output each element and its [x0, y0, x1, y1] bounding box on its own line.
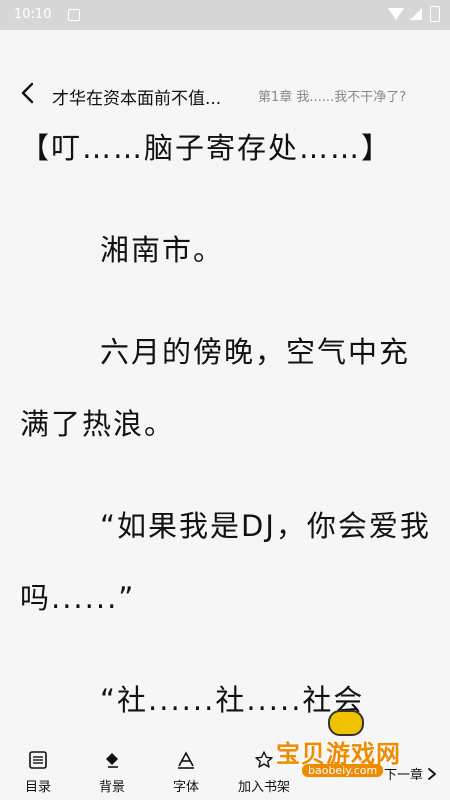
chevron-left-icon — [21, 82, 34, 104]
wifi-icon — [388, 8, 404, 20]
battery-icon — [430, 6, 440, 22]
notification-icon — [68, 9, 80, 21]
toc-button[interactable]: 目录 — [20, 750, 56, 795]
add-shelf-label: 加入书架 — [237, 780, 290, 795]
font-button[interactable]: 字体 — [168, 750, 204, 795]
paragraph: 湘南市。 — [100, 233, 225, 267]
signal-icon — [410, 8, 422, 20]
watermark-url: baobeiy.com — [302, 764, 384, 777]
font-label: 字体 — [172, 780, 199, 795]
book-title: 才华在资本面前不值... — [52, 89, 222, 109]
chapter-title: 第1章 我......我不干净了? — [258, 90, 407, 105]
reader-header: 才华在资本面前不值... 第1章 我......我不干净了? — [0, 76, 450, 112]
background-label: 背景 — [98, 780, 125, 795]
paint-bucket-icon — [106, 753, 118, 768]
paragraph: 【叮……脑子寄存处……】 — [20, 131, 393, 165]
star-icon — [255, 751, 273, 768]
font-icon — [178, 751, 194, 769]
chevron-right-icon — [428, 768, 437, 780]
gamepad-icon — [328, 710, 364, 736]
list-icon — [29, 751, 47, 769]
watermark: 宝贝游戏网 baobeiy.com — [276, 708, 426, 778]
status-time: 10:10 — [14, 7, 52, 22]
paragraph: 六月的傍晚，空气中充满了热浪。 — [20, 335, 411, 441]
back-button[interactable] — [14, 78, 42, 108]
paragraph: “如果我是DJ，你会爱我吗......” — [20, 509, 431, 615]
background-button[interactable]: 背景 — [94, 750, 130, 795]
chapter-text: 【叮……脑子寄存处……】 湘南市。 六月的傍晚，空气中充满了热浪。 “如果我是D… — [20, 112, 434, 736]
status-bar: 10:10 — [0, 0, 450, 30]
toc-label: 目录 — [24, 780, 51, 795]
